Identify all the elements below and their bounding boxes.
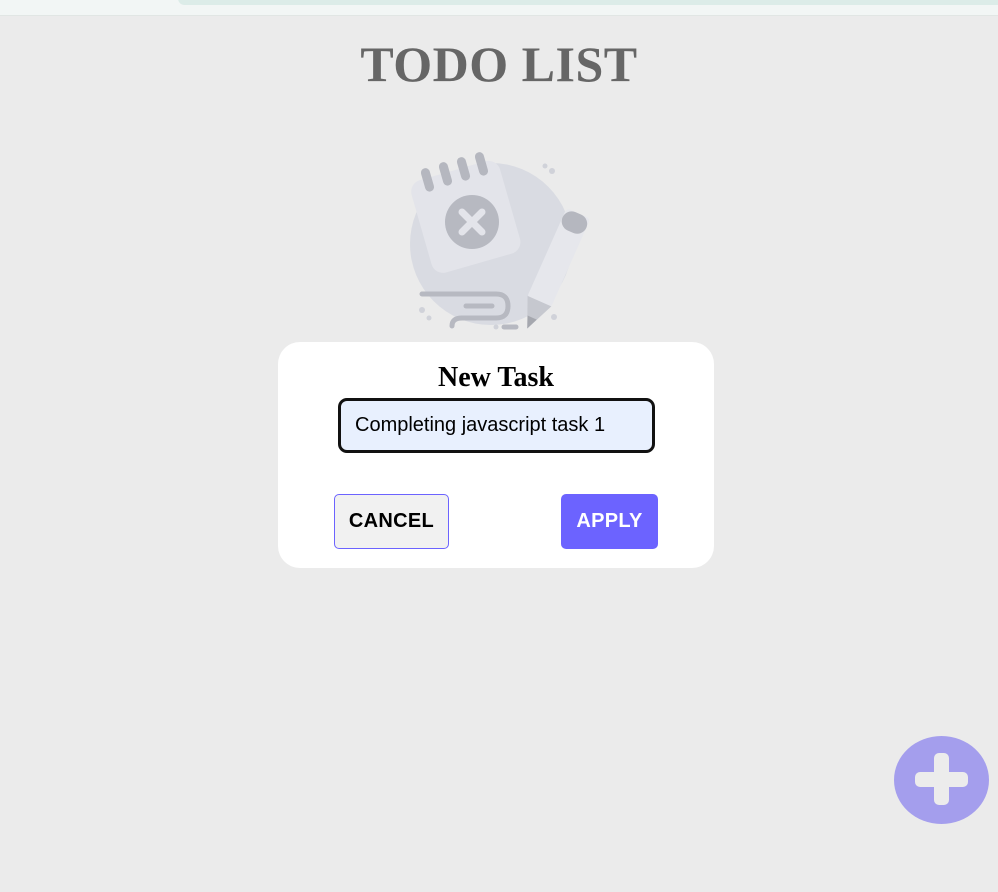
task-input[interactable] (338, 398, 655, 453)
browser-top-strip (0, 0, 998, 16)
page-title: TODO LIST (360, 36, 638, 92)
plus-icon (915, 753, 968, 805)
modal-title: New Task (438, 362, 554, 393)
apply-button[interactable]: APPLY (561, 494, 658, 549)
top-strip-bar (178, 0, 998, 5)
cancel-button[interactable]: CANCEL (334, 494, 449, 549)
empty-notepad-illustration (410, 152, 590, 330)
new-task-modal: New Task CANCEL APPLY (278, 342, 714, 568)
add-task-button[interactable] (894, 736, 989, 824)
